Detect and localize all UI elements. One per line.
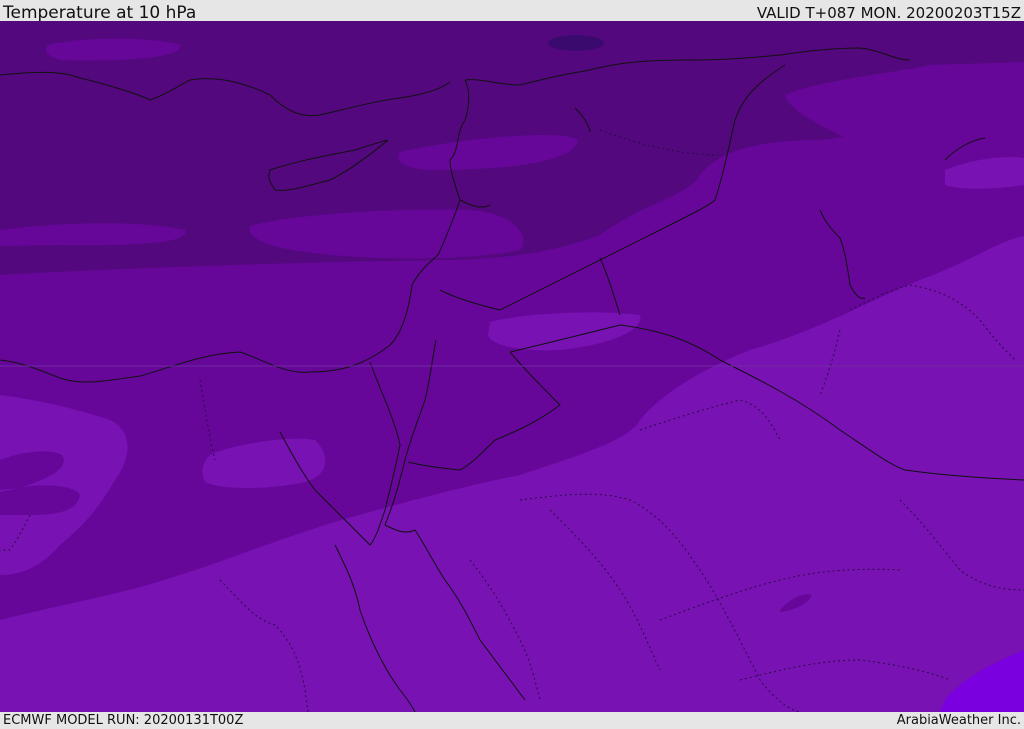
temp-cold-spot bbox=[548, 35, 604, 51]
temperature-map[interactable] bbox=[0, 21, 1024, 712]
model-run: ECMWF MODEL RUN: 20200131T00Z bbox=[3, 713, 244, 728]
map-title: Temperature at 10 hPa bbox=[3, 3, 197, 23]
valid-time: VALID T+087 MON. 20200203T15Z bbox=[756, 4, 1021, 22]
footer-bar: ECMWF MODEL RUN: 20200131T00Z ArabiaWeat… bbox=[0, 712, 1024, 729]
credit: ArabiaWeather Inc. bbox=[896, 713, 1021, 728]
header-bar: Temperature at 10 hPa VALID T+087 MON. 2… bbox=[0, 0, 1024, 23]
